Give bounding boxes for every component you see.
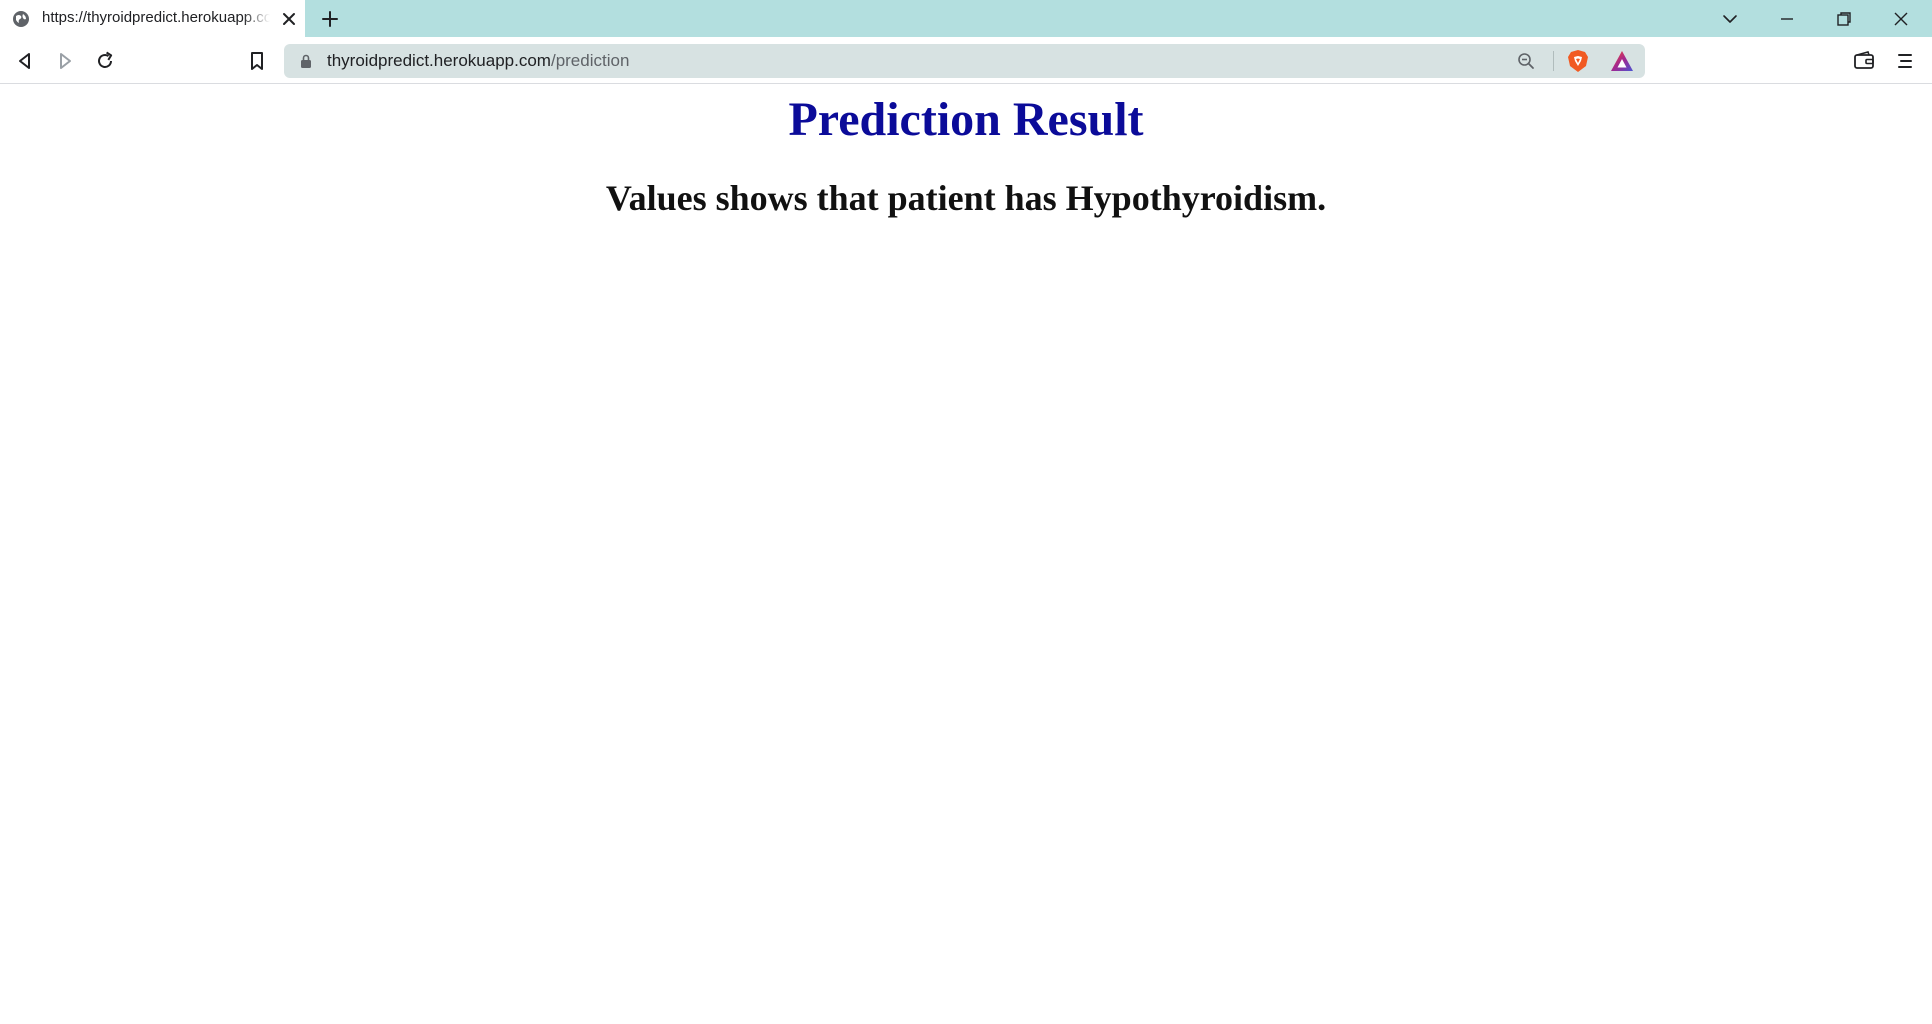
page-content: Prediction Result Values shows that pati… [0, 84, 1932, 1024]
tab-search-chevron-icon[interactable] [1719, 8, 1741, 30]
url-path: /prediction [550, 51, 630, 70]
browser-toolbar: thyroidpredict.herokuapp.com/prediction [0, 37, 1932, 84]
minimize-icon[interactable] [1776, 8, 1798, 30]
address-bar[interactable]: thyroidpredict.herokuapp.com/prediction [284, 44, 1645, 78]
new-tab-icon[interactable] [320, 9, 340, 29]
browser-tab[interactable]: https://thyroidpredict.herokuapp.com/pre… [0, 0, 305, 37]
close-tab-icon[interactable] [280, 10, 298, 28]
url-host: thyroidpredict.herokuapp.com [327, 51, 551, 70]
menu-icon[interactable] [1893, 49, 1917, 73]
forward-icon[interactable] [53, 49, 77, 73]
tab-title: https://thyroidpredict.herokuapp.com/pre… [42, 9, 270, 26]
close-window-icon[interactable] [1890, 8, 1912, 30]
tab-strip: https://thyroidpredict.herokuapp.com/pre… [0, 0, 1932, 37]
bookmark-icon[interactable] [245, 49, 269, 73]
lock-icon[interactable] [300, 54, 312, 68]
page-title: Prediction Result [788, 93, 1144, 146]
prediction-result: Values shows that patient has Hypothyroi… [605, 178, 1327, 218]
back-icon[interactable] [13, 49, 37, 73]
brave-rewards-icon[interactable] [1610, 50, 1634, 72]
restore-icon[interactable] [1833, 8, 1855, 30]
url-text[interactable]: thyroidpredict.herokuapp.com/prediction [327, 51, 629, 71]
zoom-out-icon[interactable] [1516, 51, 1536, 71]
brave-shields-icon[interactable] [1567, 49, 1589, 73]
reload-icon[interactable] [93, 49, 117, 73]
globe-icon [13, 11, 29, 27]
wallet-icon[interactable] [1852, 49, 1876, 73]
address-bar-separator [1553, 51, 1554, 71]
